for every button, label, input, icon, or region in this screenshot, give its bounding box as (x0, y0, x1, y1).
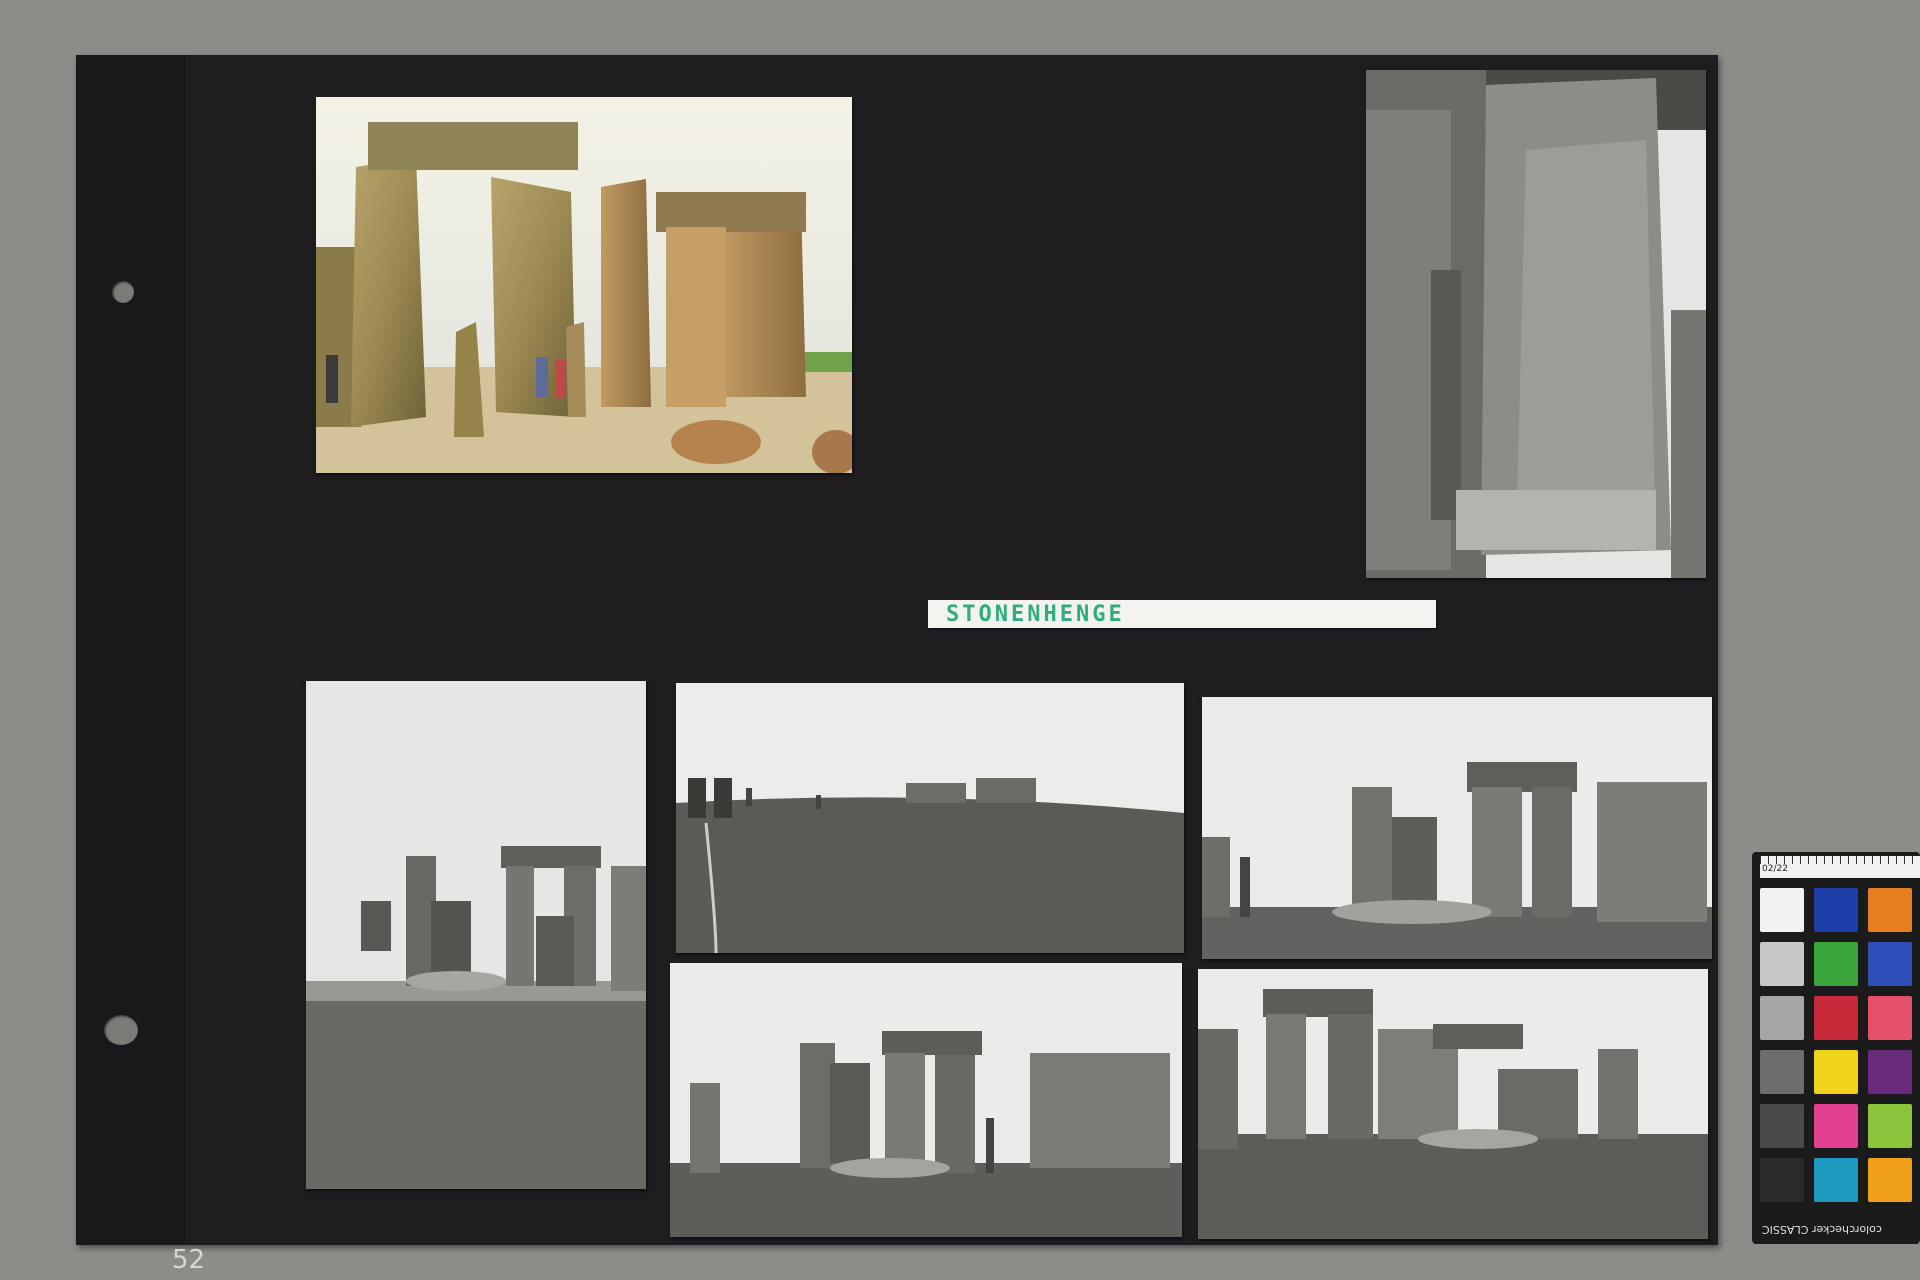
photo-bw-right-top (1202, 697, 1712, 959)
checker-swatch (1814, 1158, 1858, 1202)
checker-swatch (1814, 888, 1858, 932)
checker-brand: colorchecker CLASSIC (1762, 1223, 1882, 1236)
checker-swatch (1868, 1050, 1912, 1094)
checker-swatch (1868, 942, 1912, 986)
binder-hole-bottom (104, 1015, 138, 1045)
checker-swatch (1814, 942, 1858, 986)
checker-swatch (1868, 1158, 1912, 1202)
album-page: STONENHENGE 52 (76, 55, 1718, 1275)
color-checker-card: 02/22 colorchecker CLASSIC (1752, 852, 1920, 1244)
binding-strip (76, 55, 186, 1245)
checker-swatch-grid (1760, 888, 1920, 1202)
checker-swatch (1868, 1104, 1912, 1148)
page-number: 52 (172, 1245, 206, 1275)
photo-bw-mid-top (676, 683, 1184, 953)
checker-swatch (1760, 1050, 1804, 1094)
photo-bw-tall (1366, 70, 1706, 578)
photo-color-postcard (316, 97, 852, 473)
caption-text: STONENHENGE (946, 602, 1125, 627)
checker-swatch (1760, 1104, 1804, 1148)
checker-swatch (1760, 996, 1804, 1040)
checker-ruler-text: 02/22 (1762, 864, 1788, 874)
checker-swatch (1760, 1158, 1804, 1202)
checker-swatch (1814, 1104, 1858, 1148)
photo-bw-right-bottom (1198, 969, 1708, 1239)
checker-swatch (1814, 1050, 1858, 1094)
checker-swatch (1868, 888, 1912, 932)
photo-bw-left (306, 681, 646, 1189)
caption-strip: STONENHENGE (928, 600, 1436, 628)
binder-hole-top (112, 281, 134, 303)
checker-swatch (1868, 996, 1912, 1040)
checker-swatch (1760, 942, 1804, 986)
checker-swatch (1814, 996, 1858, 1040)
checker-swatch (1760, 888, 1804, 932)
photo-bw-mid-bottom (670, 963, 1182, 1237)
